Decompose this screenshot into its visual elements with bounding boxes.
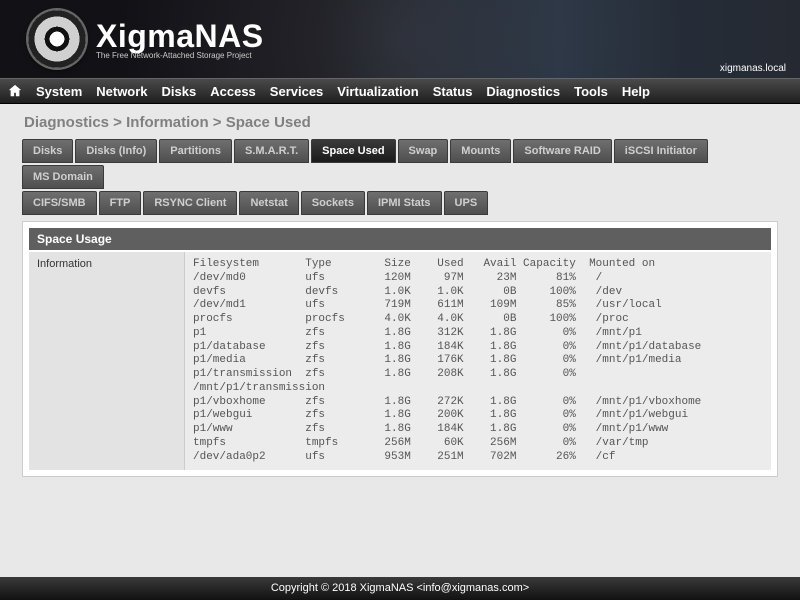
nav-virtualization[interactable]: Virtualization (337, 84, 418, 99)
brand-tagline: The Free Network-Attached Storage Projec… (96, 51, 264, 60)
logo-text: XigmaNAS The Free Network-Attached Stora… (96, 18, 264, 60)
info-label: Information (29, 252, 185, 470)
nav-diagnostics[interactable]: Diagnostics (486, 84, 560, 99)
logo-disc-icon (28, 10, 86, 68)
section-title: Space Usage (29, 228, 771, 250)
nav-tools[interactable]: Tools (574, 84, 608, 99)
content-panel: Space Usage Information Filesystem Type … (22, 221, 778, 477)
breadcrumb: Diagnostics > Information > Space Used (0, 104, 800, 139)
nav-disks[interactable]: Disks (162, 84, 197, 99)
nav-system[interactable]: System (36, 84, 82, 99)
tab-ipmi-stats[interactable]: IPMI Stats (367, 191, 442, 215)
tab-ftp[interactable]: FTP (99, 191, 142, 215)
tab-s-m-a-r-t-[interactable]: S.M.A.R.T. (234, 139, 309, 163)
nav-services[interactable]: Services (270, 84, 324, 99)
tab-rsync-client[interactable]: RSYNC Client (143, 191, 237, 215)
tab-mounts[interactable]: Mounts (450, 139, 511, 163)
home-icon[interactable] (8, 84, 22, 98)
tab-software-raid[interactable]: Software RAID (513, 139, 611, 163)
info-body: Filesystem Type Size Used Avail Capacity… (185, 252, 771, 470)
footer: Copyright © 2018 XigmaNAS <info@xigmanas… (0, 577, 800, 600)
tab-partitions[interactable]: Partitions (159, 139, 232, 163)
tab-netstat[interactable]: Netstat (239, 191, 298, 215)
header-banner: XigmaNAS The Free Network-Attached Stora… (0, 0, 800, 78)
tab-ms-domain[interactable]: MS Domain (22, 165, 104, 189)
disk-usage-output: Filesystem Type Size Used Avail Capacity… (193, 258, 763, 464)
nav-status[interactable]: Status (433, 84, 473, 99)
brand-name: XigmaNAS (96, 18, 264, 55)
tab-cifs-smb[interactable]: CIFS/SMB (22, 191, 97, 215)
hostname-label: xigmanas.local (720, 63, 786, 74)
tab-iscsi-initiator[interactable]: iSCSI Initiator (614, 139, 708, 163)
tab-ups[interactable]: UPS (444, 191, 489, 215)
tab-disks-info-[interactable]: Disks (Info) (75, 139, 157, 163)
tab-swap[interactable]: Swap (398, 139, 449, 163)
tab-sockets[interactable]: Sockets (301, 191, 365, 215)
top-nav: System Network Disks Access Services Virtuali… (0, 78, 800, 104)
nav-access[interactable]: Access (210, 84, 256, 99)
subtabs: DisksDisks (Info)PartitionsS.M.A.R.T.Spa… (0, 139, 800, 217)
nav-network[interactable]: Network (96, 84, 147, 99)
tab-space-used[interactable]: Space Used (311, 139, 395, 163)
tab-disks[interactable]: Disks (22, 139, 73, 163)
nav-help[interactable]: Help (622, 84, 650, 99)
